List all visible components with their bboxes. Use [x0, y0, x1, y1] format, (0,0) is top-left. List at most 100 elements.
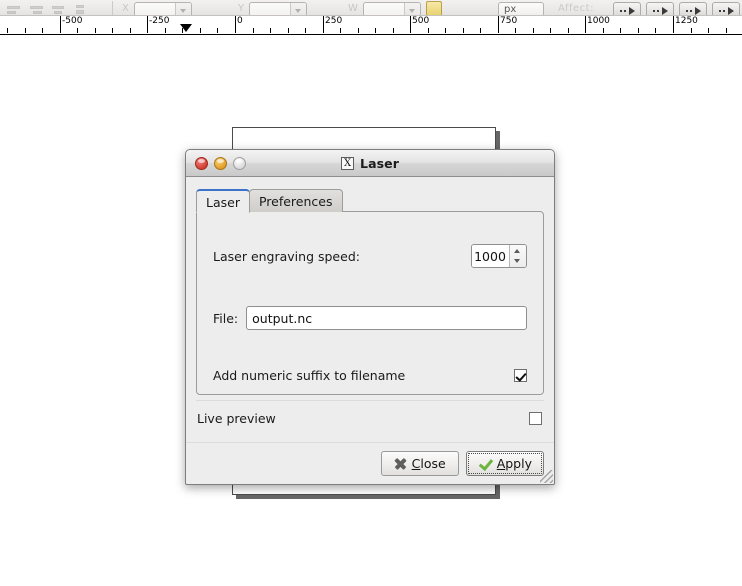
width-input[interactable]: [362, 2, 421, 15]
ruler-minor-tick: [217, 28, 218, 33]
tab-preferences[interactable]: Preferences: [248, 189, 343, 212]
close-window-button[interactable]: [195, 156, 208, 170]
ruler-minor-tick: [480, 28, 481, 33]
y-coordinate-group: Y: [238, 0, 308, 15]
laser-dialog: X Laser Laser Preferences Laser engravin…: [185, 149, 555, 485]
file-input[interactable]: output.nc: [246, 306, 527, 330]
ruler-minor-tick: [340, 28, 341, 33]
ruler-tick-label: 0: [237, 16, 243, 26]
ruler-minor-tick: [130, 28, 131, 33]
affect-scale-corners-button[interactable]: [646, 2, 674, 15]
align-right-icon[interactable]: [50, 2, 67, 15]
apply-label-rest: pply: [505, 456, 532, 471]
tab-strip: Laser Preferences: [196, 188, 544, 213]
ruler-minor-tick: [445, 28, 446, 33]
affect-transform-gradients-button[interactable]: [679, 2, 707, 15]
align-center-icon[interactable]: [28, 2, 45, 15]
maximize-window-button[interactable]: [233, 156, 246, 170]
canvas-lower-area: [0, 500, 742, 586]
application-window: X Y W px Affect: -500 -250 0 250 500 750…: [0, 0, 742, 586]
ruler-tick-label: 500: [412, 16, 430, 26]
ruler-guide-marker[interactable]: [180, 24, 192, 32]
speed-spinbox[interactable]: 1000: [471, 244, 527, 268]
y-coordinate-input[interactable]: [249, 2, 308, 15]
green-check-icon: [478, 457, 492, 470]
ruler-minor-tick: [428, 28, 429, 33]
ruler-minor-tick: [638, 28, 639, 33]
width-field-label: W: [348, 3, 358, 14]
suffix-checkbox[interactable]: [514, 369, 527, 382]
close-button[interactable]: Close: [380, 451, 459, 476]
minimize-window-button[interactable]: [214, 156, 227, 170]
ruler-minor-tick: [463, 28, 464, 33]
ruler-minor-tick: [42, 28, 43, 33]
ruler-minor-tick: [708, 28, 709, 33]
ruler-major-tick: [410, 16, 411, 33]
horizontal-ruler[interactable]: -500 -250 0 250 500 750 1000 1250: [0, 16, 742, 35]
ruler-minor-tick: [620, 28, 621, 33]
ruler-major-tick: [147, 16, 148, 33]
ruler-minor-tick: [393, 28, 394, 33]
ruler-minor-tick: [288, 28, 289, 33]
ruler-minor-tick: [655, 28, 656, 33]
ruler-minor-tick: [165, 28, 166, 33]
stepper-down-icon[interactable]: [510, 256, 526, 267]
ruler-minor-tick: [95, 28, 96, 33]
align-left-icon[interactable]: [6, 2, 23, 15]
live-preview-label: Live preview: [197, 410, 276, 426]
ruler-major-tick: [60, 16, 61, 33]
suffix-label: Add numeric suffix to filename: [213, 368, 406, 383]
ruler-minor-tick: [112, 28, 113, 33]
speed-stepper: [509, 245, 526, 267]
lock-icon[interactable]: [425, 1, 442, 15]
live-preview-checkbox[interactable]: [529, 411, 542, 425]
x-mark-icon: [394, 457, 407, 470]
y-field-label: Y: [238, 3, 245, 14]
apply-accel-key: A: [496, 456, 506, 471]
alignment-tool-group: [6, 0, 89, 15]
live-preview-row: Live preview: [196, 400, 544, 435]
window-controls: [195, 156, 246, 170]
ruler-minor-tick: [726, 28, 727, 33]
apply-button[interactable]: Apply: [465, 451, 544, 476]
ruler-major-tick: [323, 16, 324, 33]
toolbar: X Y W px Affect:: [0, 0, 742, 16]
unit-select[interactable]: px: [498, 2, 544, 15]
ruler-minor-tick: [358, 28, 359, 33]
close-label-rest: lose: [420, 456, 446, 471]
affect-scale-stroke-button[interactable]: [613, 2, 641, 15]
ruler-minor-tick: [305, 28, 306, 33]
ruler-tick-label: 1250: [675, 16, 698, 26]
width-stepper[interactable]: [403, 3, 420, 15]
x-coordinate-group: X: [122, 0, 192, 15]
ruler-major-tick: [235, 16, 236, 33]
ruler-minor-tick: [25, 28, 26, 33]
affect-label-group: Affect:: [558, 0, 594, 15]
close-button-label: Close: [412, 456, 446, 471]
align-justify-icon[interactable]: [72, 2, 89, 15]
ruler-minor-tick: [550, 28, 551, 33]
resize-grip[interactable]: [540, 470, 553, 483]
ruler-major-tick: [585, 16, 586, 33]
width-group: W: [348, 0, 442, 15]
ruler-tick-label: -250: [149, 16, 170, 26]
ruler-minor-tick: [691, 28, 692, 33]
y-coordinate-stepper[interactable]: [290, 3, 307, 15]
speed-row: Laser engraving speed: 1000: [213, 244, 527, 268]
ruler-tick-label: 1000: [587, 16, 610, 26]
speed-value[interactable]: 1000: [472, 245, 509, 267]
affect-label: Affect:: [558, 3, 594, 14]
affect-transform-patterns-button[interactable]: [712, 2, 740, 15]
x-coordinate-input[interactable]: [133, 2, 192, 15]
ruler-tick-label: -500: [62, 16, 83, 26]
x-coordinate-stepper[interactable]: [174, 3, 191, 15]
stepper-up-icon[interactable]: [510, 245, 526, 256]
ruler-major-tick: [498, 16, 499, 33]
ruler-minor-tick: [200, 28, 201, 33]
ruler-minor-tick: [515, 28, 516, 33]
tab-laser-label: Laser: [206, 194, 240, 210]
tab-laser[interactable]: Laser: [196, 189, 250, 213]
dialog-titlebar[interactable]: X Laser: [186, 150, 554, 177]
x-app-icon: X: [341, 156, 354, 170]
unit-selector-group: px: [498, 0, 544, 15]
